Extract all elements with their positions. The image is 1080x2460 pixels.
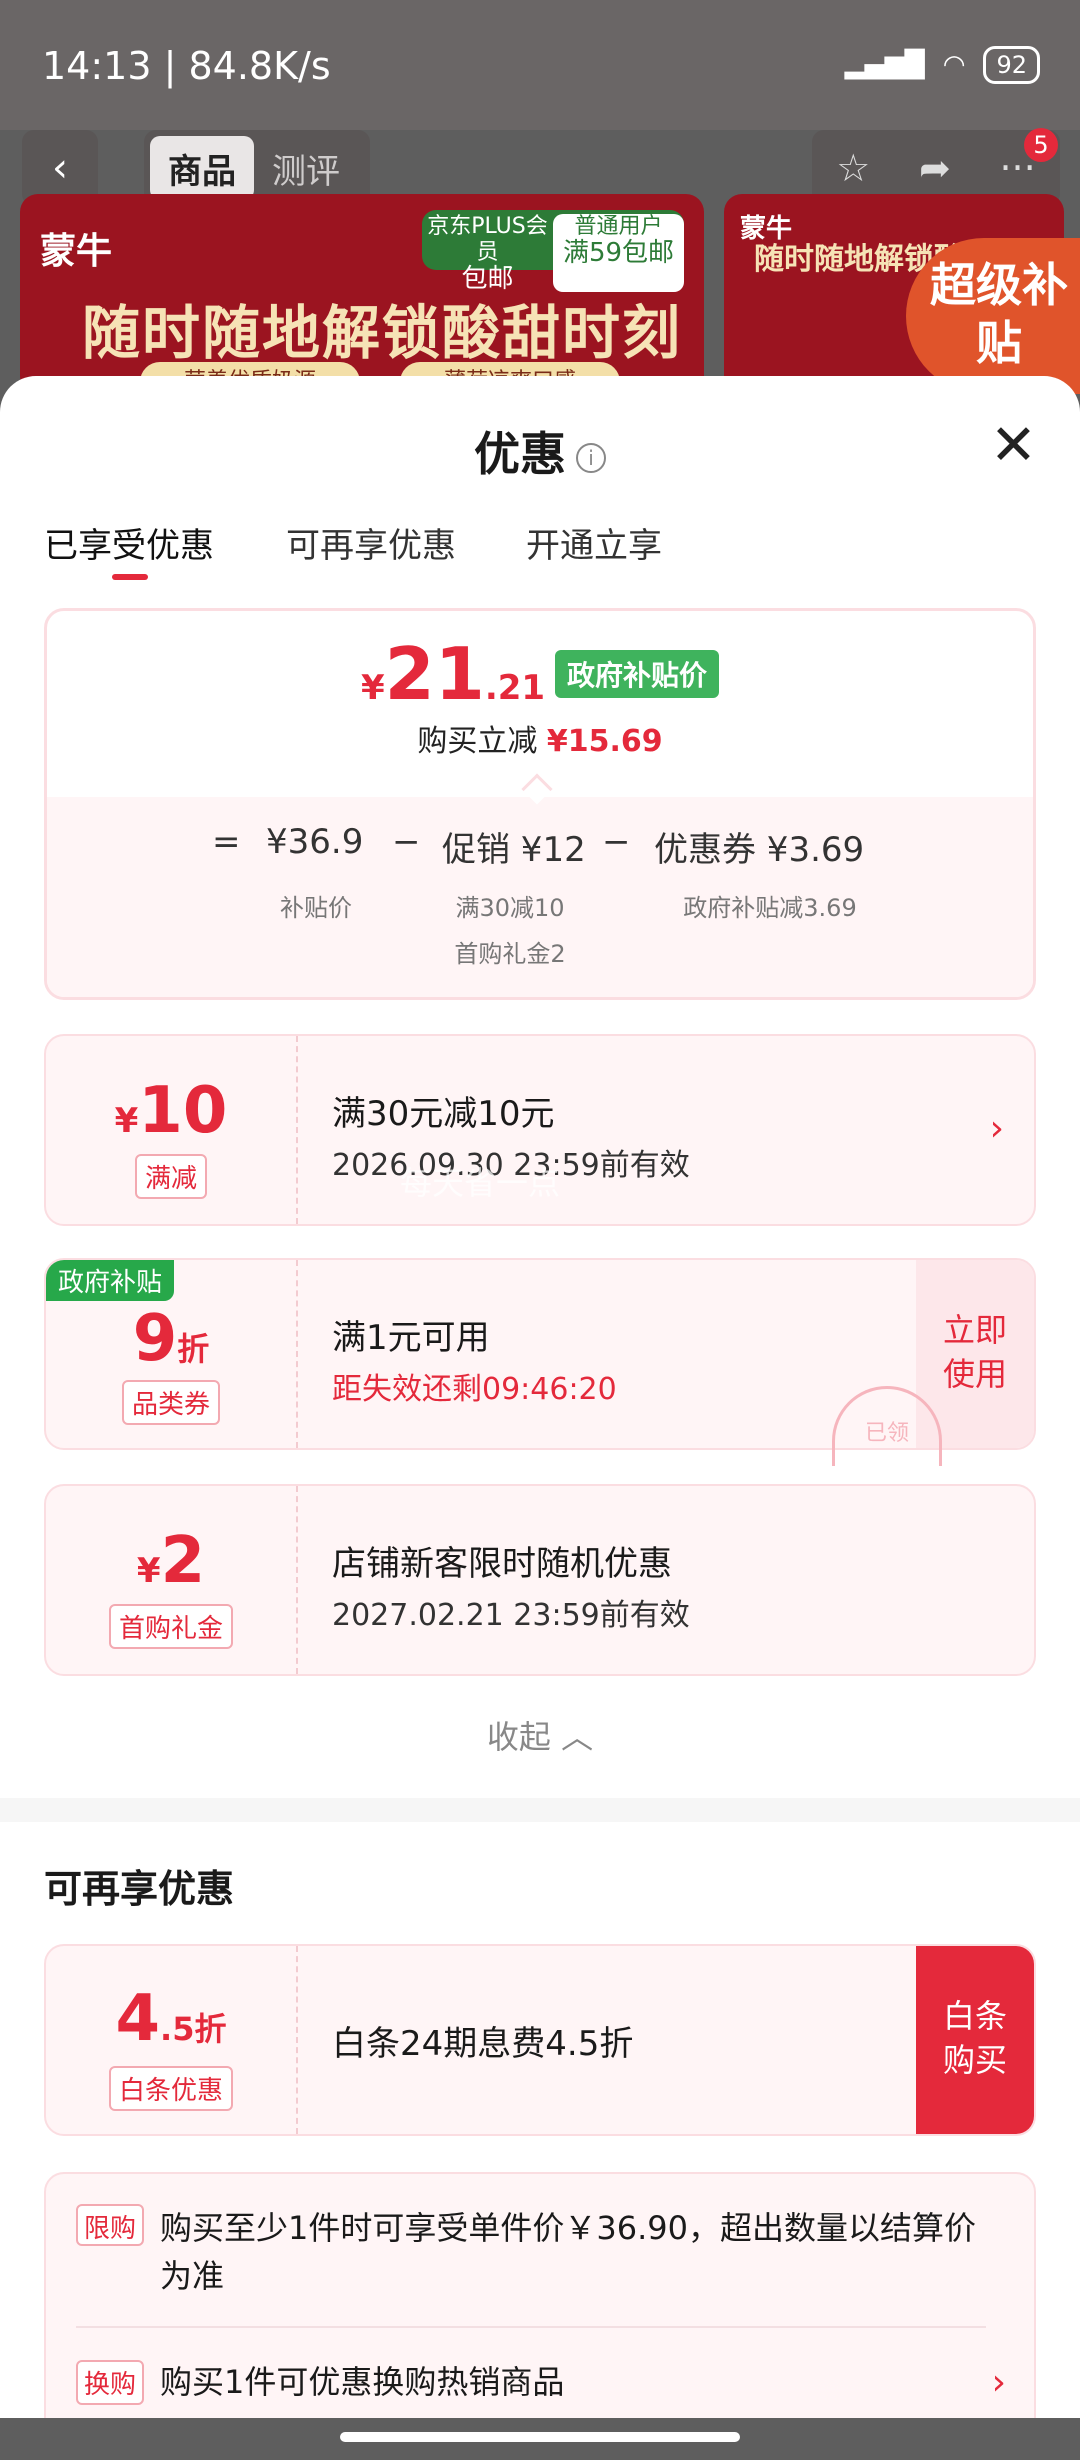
coupon-title: 满30元减10元 xyxy=(332,1094,555,1134)
coupon-title: 满1元可用 xyxy=(332,1318,490,1358)
coupon-value: 优惠券 ¥3.69 xyxy=(654,830,865,870)
tab-activate[interactable]: 开通立享 xyxy=(526,518,662,567)
tab-product[interactable]: 商品 xyxy=(150,136,254,200)
sheet-title: 优惠 i xyxy=(0,418,1080,484)
battery-icon: 92 xyxy=(983,46,1040,84)
banner-slogan: 随时随地解锁酸甜时刻 xyxy=(82,299,683,367)
rule-text: 购买1件可优惠换购热销商品 xyxy=(160,2363,565,2401)
base-label: 补贴价 xyxy=(280,894,352,922)
home-indicator[interactable] xyxy=(340,2432,740,2442)
info-icon[interactable]: i xyxy=(576,442,606,473)
coupon-tag: 满减 xyxy=(46,1154,296,1199)
tab-indicator xyxy=(112,574,148,580)
promo-value: 促销 ¥12 xyxy=(442,830,586,870)
chevron-right-icon: › xyxy=(989,1108,1004,1149)
product-banner[interactable]: 蒙牛 京东PLUS会员包邮 普通用户满59包邮 随时随地解锁酸甜时刻 营养优质奶… xyxy=(20,194,704,394)
tab-more-available[interactable]: 可再享优惠 xyxy=(286,518,456,567)
collapse-button[interactable]: 收起 ︿ xyxy=(0,1712,1080,1758)
status-icons: ▂▄▆█ ◠ 92 xyxy=(845,46,1040,84)
coupon-expiry: 2027.02.21 23:59前有效 xyxy=(332,1598,690,1633)
baitiao-tag: 白条优惠 xyxy=(46,2066,296,2111)
gov-subsidy-label: 政府补贴 xyxy=(46,1260,175,1301)
coupon-title: 店铺新客限时随机优惠 xyxy=(332,1544,672,1584)
coupon-card[interactable]: ¥2 首购礼金 店铺新客限时随机优惠 2027.02.21 23:59前有效 xyxy=(44,1484,1036,1676)
formula-minus: − xyxy=(392,822,421,862)
wifi-icon: ◠ xyxy=(942,50,966,80)
formula-eq: = xyxy=(212,822,241,862)
reduce-line: 购买立减 ¥15.69 xyxy=(417,724,663,759)
baitiao-title: 白条24期息费4.5折 xyxy=(332,2024,634,2064)
signal-icon: ▂▄▆█ xyxy=(844,50,925,80)
final-price: ¥21.21 政府补贴价 xyxy=(0,632,1080,716)
star-icon[interactable]: ☆ xyxy=(836,146,870,190)
tab-enjoyed[interactable]: 已享受优惠 xyxy=(44,518,214,567)
rule-tag: 换购 xyxy=(76,2359,145,2405)
chevron-left-icon: ‹ xyxy=(52,145,68,191)
chevron-up-icon: ︿ xyxy=(561,1718,594,1756)
home-indicator-bar xyxy=(0,2418,1080,2460)
brand-logo: 蒙牛 xyxy=(40,231,113,272)
gov-price-tag: 政府补贴价 xyxy=(555,650,720,698)
rule-item: 限购 购买至少1件时可享受单件价￥36.90，超出数量以结算价为准 xyxy=(76,2204,986,2300)
section-divider xyxy=(0,1798,1080,1822)
coupon-tag: 品类券 xyxy=(46,1380,296,1425)
coupon-tag: 首购礼金 xyxy=(46,1604,296,1649)
baitiao-card[interactable]: 4.5折 白条优惠 白条24期息费4.5折 白条购买 xyxy=(44,1944,1036,2136)
promo-label-2: 首购礼金2 xyxy=(454,940,566,968)
coupon-amount: 9折 xyxy=(132,1302,210,1376)
super-subsidy-badge: 超级补贴 xyxy=(906,238,1080,394)
tab-review[interactable]: 测评 xyxy=(254,144,358,193)
status-time: 14:13 | 84.8K/s xyxy=(42,44,331,88)
base-price: ¥36.9 xyxy=(266,822,364,862)
notification-badge: 5 xyxy=(1024,128,1058,162)
coupon-amount: ¥10 xyxy=(114,1074,228,1148)
rule-text: 购买至少1件时可享受单件价￥36.90，超出数量以结算价为准 xyxy=(160,2209,976,2295)
baitiao-buy-button[interactable]: 白条购买 xyxy=(916,1946,1034,2134)
coupon-amount: ¥2 xyxy=(136,1524,206,1598)
rules-box: 限购 购买至少1件时可享受单件价￥36.90，超出数量以结算价为准 换购 购买1… xyxy=(44,2172,1036,2460)
close-icon: ✕ xyxy=(990,413,1037,478)
coupon-label: 政府补贴减3.69 xyxy=(683,894,857,922)
section-title: 可再享优惠 xyxy=(44,1867,235,1911)
watermark: 每天省一点 xyxy=(400,1164,561,1202)
close-button[interactable]: ✕ xyxy=(990,418,1037,474)
promo-label: 满30减10 xyxy=(455,894,565,922)
chevron-right-icon: › xyxy=(991,2361,1006,2403)
baitiao-amount: 4.5折 xyxy=(115,1982,227,2056)
shipping-badge: 京东PLUS会员 包邮 普通用户 满59包邮 xyxy=(422,210,684,292)
share-icon[interactable]: ➦ xyxy=(919,146,951,190)
formula-minus: − xyxy=(602,822,631,862)
rule-item[interactable]: 换购 购买1件可优惠换购热销商品 › xyxy=(76,2358,1006,2406)
coupon-countdown: 距失效还剩09:46:20 xyxy=(332,1372,617,1407)
rule-tag: 限购 xyxy=(76,2204,145,2246)
